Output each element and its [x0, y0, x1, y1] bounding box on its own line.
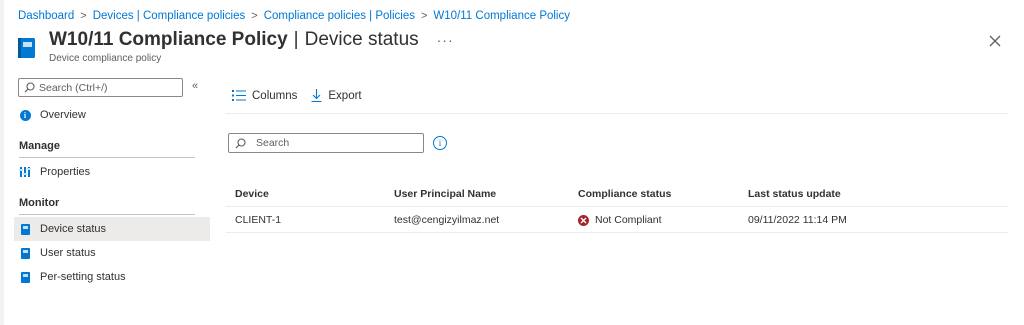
column-header-last-status-update[interactable]: Last status update: [748, 181, 841, 207]
column-header-upn[interactable]: User Principal Name: [394, 181, 496, 207]
columns-button[interactable]: Columns: [232, 90, 297, 102]
page-subtitle: Device compliance policy: [49, 53, 162, 64]
command-bar: Columns Export: [232, 89, 376, 102]
table-header-row: Device User Principal Name Compliance st…: [226, 181, 1008, 207]
divider: [19, 157, 195, 158]
column-header-device[interactable]: Device: [235, 181, 269, 207]
sidebar-item-device-status[interactable]: Device status: [14, 217, 210, 241]
columns-label: Columns: [252, 89, 298, 102]
search-icon: [24, 82, 35, 93]
sidebar-item-user-status[interactable]: User status: [14, 241, 210, 265]
sidebar-item-overview[interactable]: i Overview: [14, 103, 210, 127]
breadcrumb-dashboard[interactable]: Dashboard: [18, 10, 74, 22]
sidebar-item-label: Properties: [40, 166, 91, 178]
columns-icon: [232, 90, 246, 101]
info-icon[interactable]: i: [433, 136, 447, 150]
breadcrumb-devices-compliance[interactable]: Devices | Compliance policies: [93, 10, 246, 22]
cell-compliance-status: Not Compliant: [578, 207, 662, 233]
breadcrumb-compliance-policies[interactable]: Compliance policies | Policies: [264, 10, 415, 22]
sidebar-search-input[interactable]: [39, 81, 179, 94]
close-icon[interactable]: [986, 32, 1004, 50]
table-row[interactable]: CLIENT-1 test@cengizyilmaz.net Not Compl…: [226, 207, 1008, 233]
device-search-field[interactable]: [228, 133, 424, 153]
portal-edge-strip: [0, 0, 4, 325]
search-icon: [235, 137, 246, 148]
collapse-sidebar-icon[interactable]: «: [192, 80, 198, 92]
chevron-right-icon: >: [80, 10, 87, 22]
title-separator: |: [293, 29, 299, 50]
device-page-icon: [20, 223, 30, 235]
settings-sliders-icon: [19, 166, 31, 178]
cell-device: CLIENT-1: [235, 214, 282, 226]
download-icon: [311, 89, 322, 102]
sidebar-item-label: Per-setting status: [40, 271, 126, 283]
policy-book-icon: [18, 38, 35, 58]
chevron-right-icon: >: [420, 10, 428, 22]
export-label: Export: [328, 89, 362, 102]
page-title-policy: W10/11 Compliance Policy: [49, 29, 288, 50]
device-status-table: Device User Principal Name Compliance st…: [226, 181, 1008, 233]
divider: [19, 214, 195, 215]
sidebar-item-per-setting-status[interactable]: Per-setting status: [14, 265, 210, 289]
export-button[interactable]: Export: [311, 89, 362, 102]
user-page-icon: [20, 247, 30, 259]
device-search-input[interactable]: [256, 137, 416, 149]
info-icon: i: [19, 109, 31, 121]
sidebar-item-label: Overview: [40, 109, 86, 121]
sidebar-section-manage: Manage: [19, 140, 60, 152]
status-text: Not Compliant: [595, 214, 662, 226]
column-header-compliance-status[interactable]: Compliance status: [578, 181, 671, 207]
sidebar-search-field[interactable]: [18, 78, 183, 97]
breadcrumb-policy[interactable]: W10/11 Compliance Policy: [433, 10, 570, 22]
sidebar-item-label: User status: [40, 247, 96, 259]
sidebar-item-label: Device status: [40, 223, 107, 235]
setting-page-icon: [20, 271, 30, 283]
cell-last-status-update: 09/11/2022 11:14 PM: [748, 214, 847, 226]
divider: [226, 113, 1008, 114]
page-title-section: Device status: [304, 29, 419, 50]
chevron-right-icon: >: [251, 10, 258, 22]
more-options-icon[interactable]: ···: [437, 32, 454, 48]
breadcrumb: Dashboard > Devices | Compliance policie…: [18, 8, 570, 24]
cell-upn: test@cengizyilmaz.net: [394, 214, 500, 226]
sidebar-section-monitor: Monitor: [19, 197, 60, 209]
page-title: W10/11 Compliance Policy | Device status…: [49, 29, 454, 51]
error-x-icon: [578, 214, 589, 226]
sidebar-item-properties[interactable]: Properties: [14, 160, 210, 184]
